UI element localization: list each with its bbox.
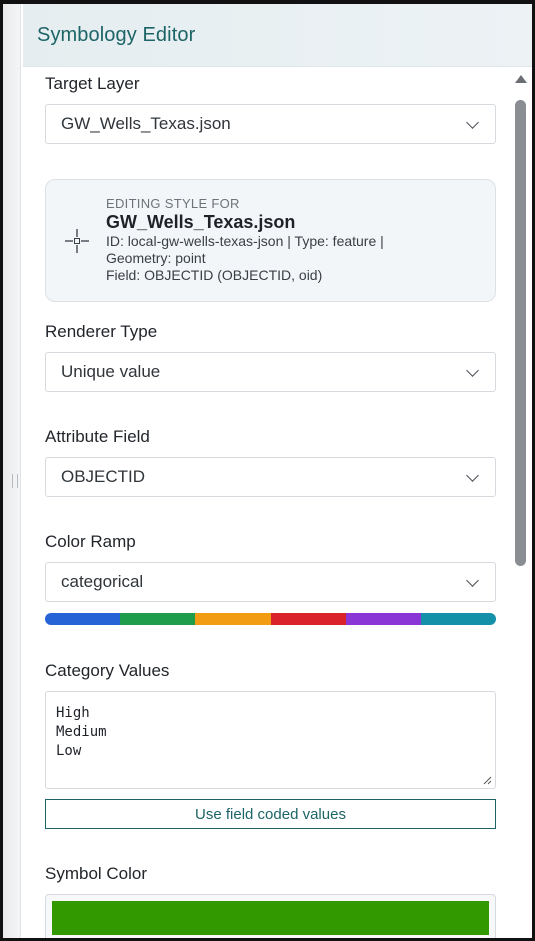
attribute-field-label: Attribute Field — [45, 427, 150, 446]
category-value-line: Low — [56, 743, 82, 759]
editing-style-subtitle: EDITING STYLE FOR — [106, 196, 240, 211]
color-ramp-select[interactable]: categorical — [45, 562, 496, 602]
crosshair-icon — [65, 229, 89, 253]
color-ramp-segment — [345, 613, 421, 625]
color-ramp-segment — [120, 613, 196, 625]
scroll-up-arrow-icon[interactable] — [515, 75, 527, 83]
app-frame: Symbology Editor Target Layer GW_Wells_T… — [0, 0, 535, 941]
category-values-textarea[interactable]: High Medium Low — [45, 691, 496, 789]
chevron-down-icon — [466, 469, 479, 482]
layer-id-type: ID: local-gw-wells-texas-json | Type: fe… — [106, 233, 384, 249]
panel-resize-handle[interactable] — [12, 474, 18, 488]
left-gutter — [3, 4, 21, 938]
use-field-coded-values-button[interactable]: Use field coded values — [45, 799, 496, 829]
renderer-type-value: Unique value — [61, 362, 161, 381]
symbol-color-swatch[interactable] — [52, 901, 489, 935]
target-layer-value: GW_Wells_Texas.json — [61, 114, 231, 133]
layer-geometry: Geometry: point — [106, 250, 206, 266]
chevron-down-icon — [466, 116, 479, 129]
target-layer-label: Target Layer — [45, 74, 140, 93]
textarea-resize-grip-icon[interactable] — [483, 776, 492, 785]
color-ramp-segment — [195, 613, 271, 625]
attribute-field-select[interactable]: OBJECTID — [45, 457, 496, 497]
color-ramp-value: categorical — [61, 572, 144, 591]
chevron-down-icon — [466, 574, 479, 587]
category-values-label: Category Values — [45, 661, 170, 680]
category-value-line: High — [56, 705, 90, 721]
editing-style-text: EDITING STYLE FOR GW_Wells_Texas.json ID… — [106, 196, 384, 284]
layer-field: Field: OBJECTID (OBJECTID, oid) — [106, 267, 323, 283]
scrollbar[interactable] — [514, 70, 528, 938]
target-layer-select[interactable]: GW_Wells_Texas.json — [45, 104, 496, 144]
panel-title: Symbology Editor — [37, 23, 196, 46]
editing-style-card: EDITING STYLE FOR GW_Wells_Texas.json ID… — [45, 179, 496, 302]
color-ramp-label: Color Ramp — [45, 532, 136, 551]
category-value-line: Medium — [56, 724, 107, 740]
symbol-color-label: Symbol Color — [45, 864, 148, 883]
symbol-color-picker[interactable] — [45, 894, 496, 938]
color-ramp-preview — [45, 613, 496, 625]
chevron-down-icon — [466, 364, 479, 377]
color-ramp-segment — [270, 613, 346, 625]
scrollbar-thumb[interactable] — [515, 100, 526, 566]
symbology-panel: Symbology Editor Target Layer GW_Wells_T… — [23, 4, 532, 938]
color-ramp-segment — [45, 613, 121, 625]
renderer-type-label: Renderer Type — [45, 322, 158, 341]
attribute-field-value: OBJECTID — [61, 467, 146, 486]
editing-layer-name: GW_Wells_Texas.json — [106, 212, 296, 232]
color-ramp-segment — [420, 613, 496, 625]
panel-header: Symbology Editor — [23, 4, 532, 67]
renderer-type-select[interactable]: Unique value — [45, 352, 496, 392]
